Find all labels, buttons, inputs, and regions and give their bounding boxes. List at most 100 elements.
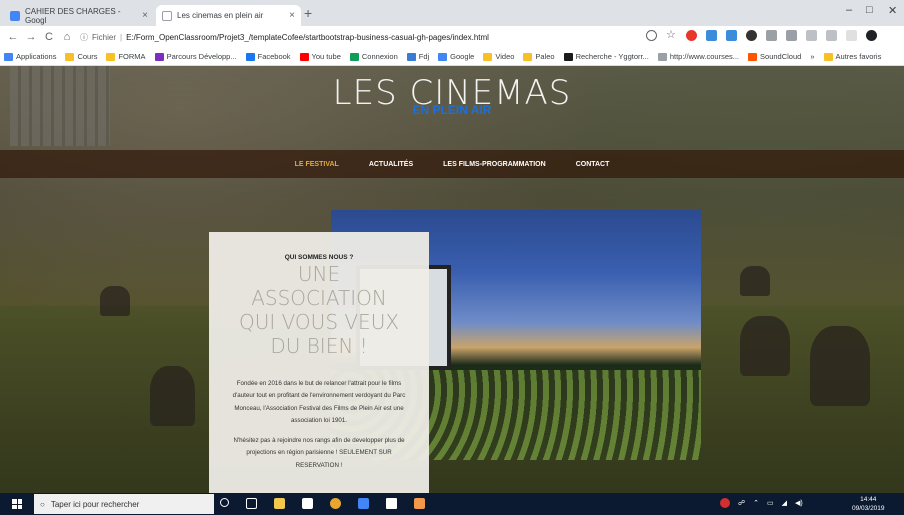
bookmark-fdj[interactable]: Fdj xyxy=(406,52,429,61)
bookmark-parcours[interactable]: Parcours Développ... xyxy=(154,52,237,61)
about-paragraph: Fondée en 2016 dans le but de relancer l… xyxy=(232,380,406,424)
people-icon[interactable]: ☍ xyxy=(738,499,745,507)
extension-icon[interactable] xyxy=(766,30,777,41)
taskbar-apps xyxy=(220,498,425,509)
volume-icon[interactable]: ◀) xyxy=(795,499,803,507)
extension-icon[interactable] xyxy=(806,30,817,41)
close-tab-icon[interactable]: × xyxy=(289,10,295,21)
about-paragraph: N'hésitez pas à rejoindre nos rangs afin… xyxy=(233,437,405,469)
taskbar-search-box[interactable]: ○ Taper ici pour rechercher xyxy=(34,494,214,514)
back-button[interactable]: ← xyxy=(6,31,20,43)
about-heading: UNE ASSOCIATION QUI VOUS VEUX DU BIEN ! xyxy=(209,262,429,358)
bookmark-courses[interactable]: http://www.courses... xyxy=(657,52,739,61)
close-window-button[interactable]: ✕ xyxy=(888,4,897,17)
tab-cinemas[interactable]: Les cinemas en plein air × xyxy=(156,5,301,26)
tab-cahier-des-charges[interactable]: CAHIER DES CHARGES - Googl × xyxy=(4,5,154,26)
about-heading-line: UNE xyxy=(297,262,341,286)
background-person xyxy=(100,286,130,316)
background-person xyxy=(740,266,770,296)
page-icon xyxy=(162,10,172,21)
folder-icon xyxy=(106,52,116,61)
record-icon[interactable] xyxy=(720,498,730,508)
browser-toolbar: ← → C ⌂ ⓘ Fichier | E:/Form_OpenClassroo… xyxy=(0,26,904,48)
bookmark-connexion[interactable]: Connexion xyxy=(349,52,398,61)
page-icon xyxy=(657,52,667,61)
bookmark-video[interactable]: Video xyxy=(483,52,514,61)
extension-icon[interactable] xyxy=(706,30,717,41)
network-icon[interactable]: ◢ xyxy=(782,499,787,507)
zoom-icon[interactable] xyxy=(646,30,657,41)
folder-icon xyxy=(65,52,75,61)
maximize-button[interactable]: □ xyxy=(866,4,873,16)
about-kicker: QUI SOMMES NOUS ? xyxy=(284,254,354,261)
edge-icon[interactable] xyxy=(358,498,369,509)
forward-button[interactable]: → xyxy=(24,31,38,43)
home-button[interactable]: ⌂ xyxy=(60,31,74,43)
windows-taskbar: ○ Taper ici pour rechercher ☍ ⌃ ▭ ◢ ◀) 1… xyxy=(0,493,904,515)
tab-title: Les cinemas en plein air xyxy=(177,11,264,20)
system-tray: ☍ ⌃ ▭ ◢ ◀) xyxy=(720,498,803,508)
clock-date: 09/03/2019 xyxy=(852,505,885,512)
site-subtitle: EN PLEIN AIR xyxy=(412,103,492,117)
bookmark-forma[interactable]: FORMA xyxy=(106,52,146,61)
about-heading-line: DU BIEN ! xyxy=(270,334,368,358)
nav-le-festival[interactable]: LE FESTIVAL xyxy=(295,161,339,168)
store-icon[interactable] xyxy=(302,498,313,509)
extension-icon[interactable] xyxy=(846,30,857,41)
microphone-icon[interactable] xyxy=(220,498,229,507)
new-tab-button[interactable]: + xyxy=(304,5,312,21)
extension-icon[interactable] xyxy=(786,30,797,41)
openclassrooms-icon xyxy=(154,52,164,61)
taskbar-clock[interactable]: 14:44 09/03/2019 xyxy=(852,495,885,513)
battery-icon[interactable]: ▭ xyxy=(767,499,774,507)
task-view-icon[interactable] xyxy=(246,498,257,509)
folder-icon xyxy=(823,52,833,61)
reload-button[interactable]: C xyxy=(42,31,56,43)
star-icon[interactable]: ☆ xyxy=(666,30,677,41)
url-text[interactable]: E:/Form_OpenClassroom/Projet3_/templateC… xyxy=(126,33,489,42)
bookmark-soundcloud[interactable]: SoundCloud xyxy=(748,52,801,61)
clock-time: 14:44 xyxy=(860,496,877,503)
address-bar[interactable]: ⓘ Fichier | E:/Form_OpenClassroom/Projet… xyxy=(80,29,680,45)
bookmark-facebook[interactable]: Facebook xyxy=(245,52,291,61)
site-navbar: LE FESTIVAL ACTUALITÉS LES FILMS-PROGRAM… xyxy=(0,150,904,178)
close-tab-icon[interactable]: × xyxy=(142,10,148,21)
connexion-icon xyxy=(349,52,359,61)
bookmark-paleo[interactable]: Paleo xyxy=(523,52,555,61)
nav-films-programmation[interactable]: LES FILMS-PROGRAMMATION xyxy=(443,161,546,168)
bookmark-youtube[interactable]: You tube xyxy=(299,52,341,61)
extension-icon[interactable] xyxy=(746,30,757,41)
bookmark-google[interactable]: Google xyxy=(438,52,474,61)
nav-actualites[interactable]: ACTUALITÉS xyxy=(369,161,413,168)
bookmark-cours[interactable]: Cours xyxy=(65,52,97,61)
app-icon[interactable] xyxy=(414,498,425,509)
opera-icon[interactable] xyxy=(686,30,697,41)
more-bookmarks-button[interactable]: » xyxy=(810,52,814,61)
web-page: LES CINEMAS EN PLEIN AIR LE FESTIVAL ACT… xyxy=(0,66,904,493)
fdj-icon xyxy=(406,52,416,61)
about-body: Fondée en 2016 dans le but de relancer l… xyxy=(227,378,411,480)
bookmark-other-favorites[interactable]: Autres favoris xyxy=(823,52,881,61)
windows-start-icon[interactable] xyxy=(12,499,22,509)
chevron-up-icon[interactable]: ⌃ xyxy=(753,499,759,507)
bookmark-yggtorrent[interactable]: Recherche - Yggtorr... xyxy=(563,52,649,61)
minimize-button[interactable]: – xyxy=(846,4,852,16)
extension-icon[interactable] xyxy=(826,30,837,41)
soundcloud-icon xyxy=(748,52,758,61)
bookmark-applications[interactable]: Applications xyxy=(4,52,56,61)
search-icon: ○ xyxy=(40,499,45,509)
file-explorer-icon[interactable] xyxy=(274,498,285,509)
background-person xyxy=(810,326,870,406)
mail-icon[interactable] xyxy=(386,498,397,509)
info-icon[interactable]: ⓘ xyxy=(80,32,88,43)
tab-strip: CAHIER DES CHARGES - Googl × Les cinemas… xyxy=(0,0,904,26)
profile-avatar[interactable] xyxy=(866,30,877,41)
apps-grid-icon xyxy=(4,52,13,61)
docs-icon xyxy=(10,10,20,21)
google-icon xyxy=(438,52,448,61)
toolbar-extensions: ☆ xyxy=(646,30,877,41)
extension-icon[interactable] xyxy=(726,30,737,41)
nav-contact[interactable]: CONTACT xyxy=(576,161,610,168)
chrome-icon[interactable] xyxy=(330,498,341,509)
ygg-icon xyxy=(563,52,573,61)
